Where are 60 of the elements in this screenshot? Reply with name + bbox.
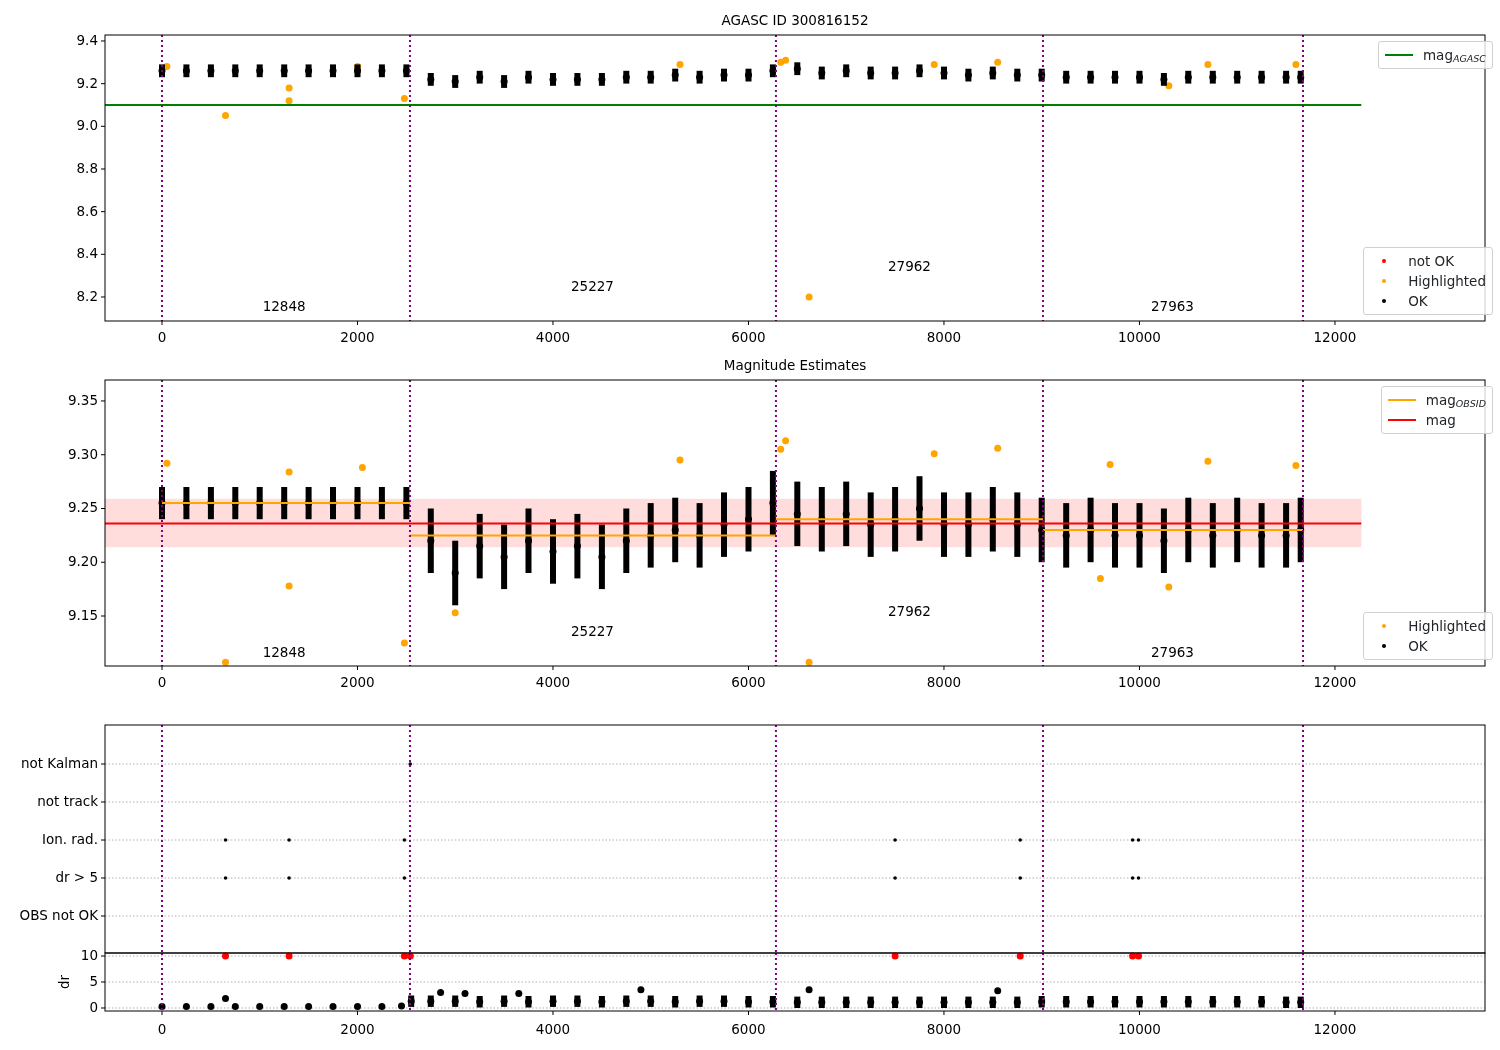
axis-tick-label: 8.4 xyxy=(76,245,98,262)
axis-tick-label: 9.35 xyxy=(67,391,98,408)
axis-tick-label: 9.25 xyxy=(67,499,98,516)
axis-tick-label: 0 xyxy=(89,999,98,1015)
legend-label: OK xyxy=(1408,292,1428,311)
axis-tick-label: 0 xyxy=(157,674,167,690)
axis-tick-label: 2000 xyxy=(340,329,375,345)
axis-tick-label: 8000 xyxy=(926,674,962,690)
axis-tick-label: 2000 xyxy=(340,1021,375,1037)
legend-label: mag$_{OBSID}$ xyxy=(1425,391,1486,410)
axis-tick-label: 12000 xyxy=(1313,1021,1357,1037)
axis-tick-label: 6000 xyxy=(731,329,766,345)
axis-tick-label: 12000 xyxy=(1313,329,1357,345)
observation-label: 27963 xyxy=(1151,298,1194,315)
observation-label: 12848 xyxy=(262,643,306,660)
flag-row-label: OBS not OK xyxy=(19,907,98,923)
axis-tick-label: 9.0 xyxy=(76,117,98,134)
axis-tick-label: 4000 xyxy=(535,674,571,690)
axis-tick-label: 8.8 xyxy=(76,160,98,176)
chart-title: AGASC ID 300816152 xyxy=(721,12,869,28)
flag-row-label: not track xyxy=(37,793,98,809)
axis-tick-label: 8.2 xyxy=(76,288,98,304)
legend-label: Highlighted xyxy=(1408,272,1486,291)
axis-tick-label: 9.20 xyxy=(67,553,98,570)
axis-tick-label: 0 xyxy=(157,329,167,345)
legend-label: not OK xyxy=(1408,252,1455,271)
flag-row-label: Ion. rad. xyxy=(41,831,98,847)
axis-tick-label: 6000 xyxy=(731,674,766,690)
axis-label: dr xyxy=(56,974,72,990)
axis-tick-label: 4000 xyxy=(535,1021,571,1037)
legend-label: mag xyxy=(1425,411,1456,430)
axis-tick-label: 8000 xyxy=(926,329,962,345)
axis-tick-label: 6000 xyxy=(731,1021,766,1037)
axis-tick-label: 2000 xyxy=(340,674,375,690)
flag-row-label: not Kalman xyxy=(20,755,98,771)
legend-label: OK xyxy=(1408,637,1428,656)
observation-label: 27962 xyxy=(887,258,931,275)
legend-label: mag$_{AGASC}$ xyxy=(1422,46,1486,65)
axis-tick-label: 10 xyxy=(80,947,98,963)
axis-tick-label: 10000 xyxy=(1118,674,1161,690)
observation-label: 25227 xyxy=(570,277,614,294)
axis-tick-label: 9.30 xyxy=(67,445,98,462)
axis-tick-label: 5 xyxy=(89,973,98,989)
axis-tick-label: 9.15 xyxy=(67,607,98,623)
observation-label: 27962 xyxy=(887,602,931,619)
legend-label: Highlighted xyxy=(1408,617,1486,636)
axis-tick-label: 10000 xyxy=(1118,329,1161,345)
axis-tick-label: 12000 xyxy=(1313,674,1357,690)
observation-label: 27963 xyxy=(1151,643,1194,660)
axis-tick-label: 8.6 xyxy=(76,202,98,219)
observation-label: 25227 xyxy=(570,623,614,640)
observation-label: 12848 xyxy=(262,298,306,315)
flag-row-label: dr > 5 xyxy=(55,869,98,885)
axis-tick-label: 4000 xyxy=(535,329,571,345)
axis-tick-label: 10000 xyxy=(1118,1021,1161,1037)
axis-tick-label: 0 xyxy=(157,1021,167,1037)
axis-tick-label: 9.2 xyxy=(76,74,98,91)
chart-title: Magnitude Estimates xyxy=(723,357,867,373)
axis-tick-label: 9.4 xyxy=(76,31,98,48)
axis-tick-label: 8000 xyxy=(926,1021,962,1037)
